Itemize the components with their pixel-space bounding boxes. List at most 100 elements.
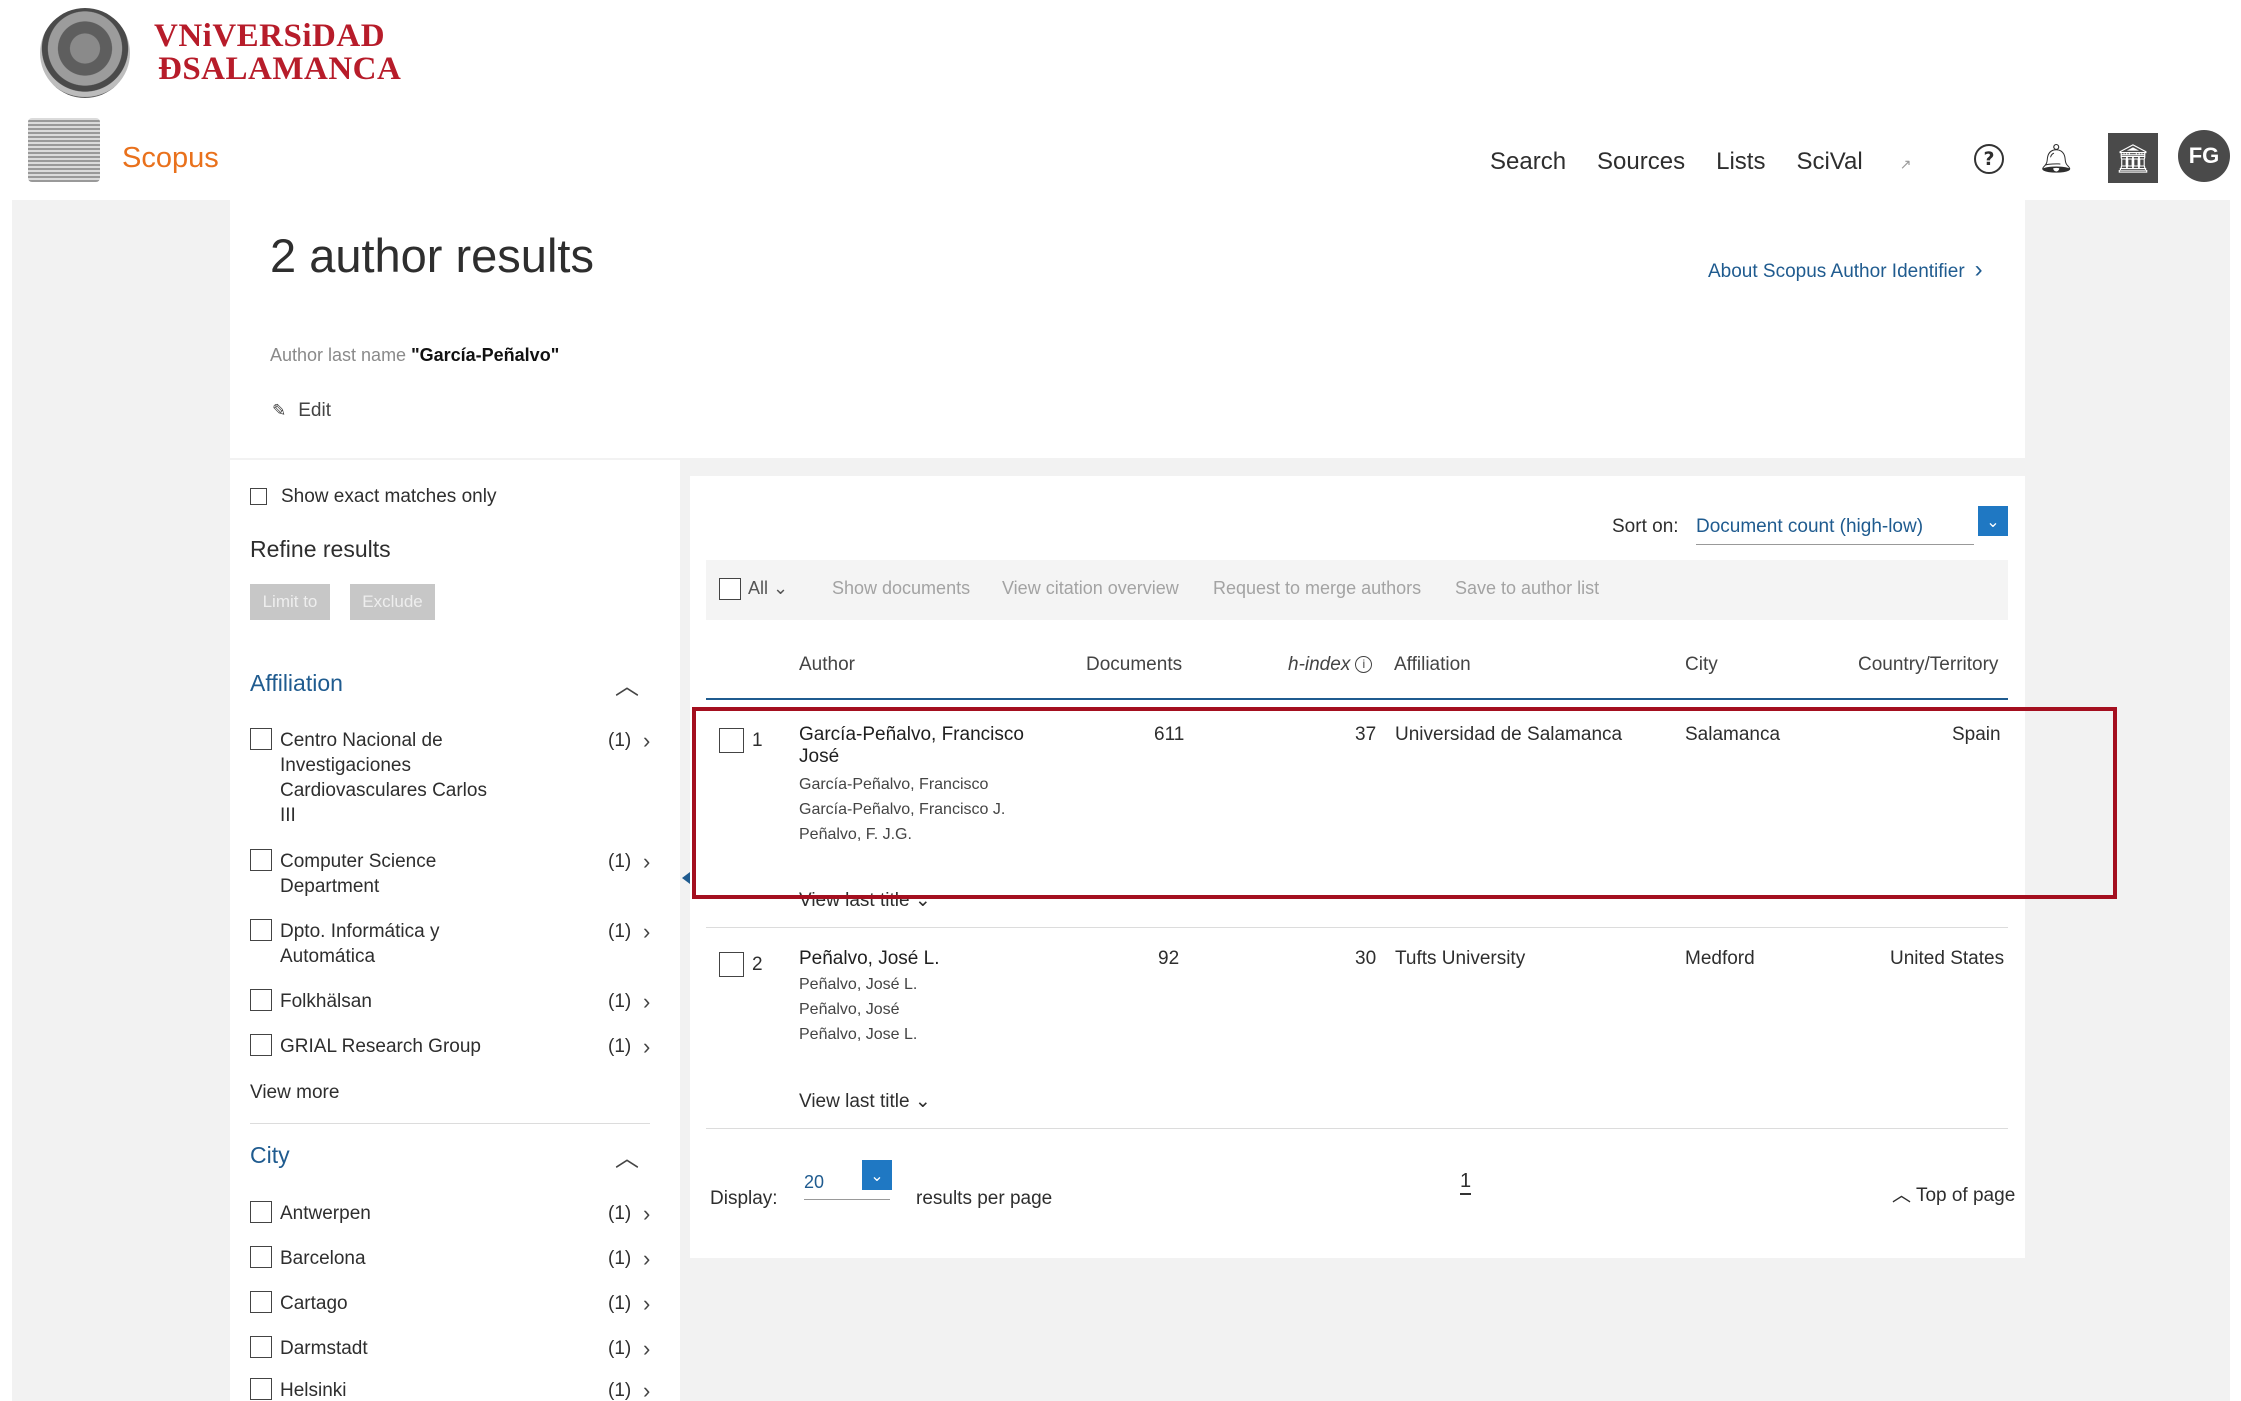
row-checkbox[interactable] xyxy=(719,952,744,977)
col-documents[interactable]: Documents xyxy=(1086,654,1182,676)
col-author[interactable]: Author xyxy=(799,654,855,676)
nav-search[interactable]: Search xyxy=(1490,148,1566,176)
nav-lists[interactable]: Lists xyxy=(1716,148,1765,176)
view-last-title-toggle[interactable]: View last title ⌄ xyxy=(799,1090,931,1113)
facet-checkbox[interactable] xyxy=(250,1378,272,1400)
save-to-author-list-button[interactable]: Save to author list xyxy=(1455,578,1599,599)
facet-checkbox[interactable] xyxy=(250,1201,272,1223)
facet-label: Barcelona xyxy=(280,1248,366,1269)
row-divider xyxy=(706,1128,2008,1129)
facet-label: Darmstadt xyxy=(280,1338,368,1359)
avatar[interactable]: FG xyxy=(2178,130,2230,182)
exact-matches-label: Show exact matches only xyxy=(281,486,497,507)
chevron-up-icon[interactable]: ︿ xyxy=(615,1138,639,1173)
facet-count: (1) xyxy=(608,1293,632,1314)
facet-label: Folkhälsan xyxy=(280,991,372,1012)
view-last-title-label: View last title xyxy=(799,1091,910,1112)
view-citation-overview-button[interactable]: View citation overview xyxy=(1002,578,1179,599)
facet-count: (1) xyxy=(608,1203,632,1224)
exact-matches-checkbox[interactable] xyxy=(250,488,267,506)
info-icon[interactable]: i xyxy=(1355,656,1373,673)
col-hindex-label: h-index xyxy=(1288,654,1351,675)
view-more-link[interactable]: View more xyxy=(250,1082,339,1104)
chevron-down-icon[interactable]: ⌄ xyxy=(1978,506,2008,536)
facet-count: (1) xyxy=(608,921,632,942)
top-of-page-link[interactable]: ︿ Top of page xyxy=(1892,1180,2015,1207)
author-name-variant: Peñalvo, Jose L. xyxy=(799,1026,918,1043)
pencil-icon: ✎ xyxy=(272,401,287,420)
external-link-icon: ↗ xyxy=(1899,156,1912,172)
chevron-right-icon[interactable]: › xyxy=(643,919,650,944)
facet-checkbox[interactable] xyxy=(250,989,272,1011)
chevron-up-icon: ︿ xyxy=(1892,1185,1912,1206)
chevron-up-icon[interactable]: ︿ xyxy=(615,666,639,701)
facet-checkbox[interactable] xyxy=(250,728,272,750)
chevron-right-icon[interactable]: › xyxy=(643,1201,650,1226)
page-title: 2 author results xyxy=(270,229,594,282)
facet-label: Dpto. Informática y Automática xyxy=(280,921,440,967)
help-icon[interactable]: ? xyxy=(1974,144,2004,174)
query-label: Author last name xyxy=(270,345,407,365)
request-merge-authors-button[interactable]: Request to merge authors xyxy=(1213,578,1421,599)
facet-label: Centro Nacional de Investigaciones Cardi… xyxy=(280,730,487,826)
chevron-right-icon[interactable]: › xyxy=(643,1291,650,1316)
nav-sources[interactable]: Sources xyxy=(1597,148,1685,176)
facet-checkbox[interactable] xyxy=(250,1336,272,1358)
chevron-right-icon[interactable]: › xyxy=(643,849,650,874)
facet-label: Computer Science Department xyxy=(280,851,437,897)
affiliation-facet-heading[interactable]: Affiliation xyxy=(250,670,343,697)
facet-checkbox[interactable] xyxy=(250,1246,272,1268)
nav-scival[interactable]: SciVal ↗ xyxy=(1796,148,1942,176)
chevron-right-icon[interactable]: › xyxy=(643,728,650,753)
per-page-label: results per page xyxy=(916,1188,1053,1209)
facet-count: (1) xyxy=(608,730,632,751)
select-all-checkbox[interactable] xyxy=(719,578,741,600)
author-name-variant: Peñalvo, José xyxy=(799,1001,900,1018)
row-number: 2 xyxy=(752,954,763,975)
facet-checkbox[interactable] xyxy=(250,849,272,871)
hindex-value: 30 xyxy=(1355,948,1377,969)
chevron-right-icon[interactable]: › xyxy=(643,1336,650,1361)
col-hindex[interactable]: h-index i xyxy=(1288,654,1373,676)
elsevier-tree-icon[interactable] xyxy=(28,118,100,182)
facet-label: Cartago xyxy=(280,1293,348,1314)
about-link-label: About Scopus Author Identifier xyxy=(1708,261,1965,282)
chevron-down-icon[interactable]: ⌄ xyxy=(862,1160,892,1190)
col-country[interactable]: Country/Territory xyxy=(1858,654,1998,676)
bell-icon[interactable]: 🔔︎ xyxy=(2038,140,2074,176)
chevron-right-icon[interactable]: › xyxy=(643,1378,650,1401)
chevron-down-icon: ⌄ xyxy=(773,578,789,598)
select-all-dropdown[interactable]: All ⌄ xyxy=(748,578,788,599)
chevron-right-icon[interactable]: › xyxy=(643,1246,650,1271)
country-value: United States xyxy=(1890,948,2005,969)
page-number[interactable]: 1 xyxy=(1460,1170,1472,1195)
facet-checkbox[interactable] xyxy=(250,1291,272,1313)
select-all-label: All xyxy=(748,578,769,598)
show-documents-button[interactable]: Show documents xyxy=(832,578,970,599)
chevron-right-icon: › xyxy=(1974,256,1983,283)
exclude-button[interactable]: Exclude xyxy=(350,584,435,620)
chevron-right-icon[interactable]: › xyxy=(643,989,650,1014)
facet-label: Helsinki xyxy=(280,1380,347,1401)
app-name[interactable]: Scopus xyxy=(122,142,219,175)
institution-icon[interactable]: 🏛︎ xyxy=(2108,133,2158,183)
university-seal-icon xyxy=(40,8,130,98)
facet-checkbox[interactable] xyxy=(250,919,272,941)
edit-label: Edit xyxy=(298,400,331,421)
author-name-variant: Peñalvo, José L. xyxy=(799,976,918,993)
sort-select[interactable]: Document count (high-low) xyxy=(1696,516,1974,545)
facet-checkbox[interactable] xyxy=(250,1034,272,1056)
row-divider xyxy=(706,927,2008,928)
chevron-right-icon[interactable]: › xyxy=(643,1034,650,1059)
about-author-identifier-link[interactable]: About Scopus Author Identifier › xyxy=(1708,256,1983,284)
edit-button[interactable]: ✎ Edit xyxy=(272,400,331,422)
documents-count-link[interactable]: 92 xyxy=(1158,948,1179,970)
top-nav: Search Sources Lists SciVal ↗ xyxy=(1490,148,1973,176)
col-affiliation[interactable]: Affiliation xyxy=(1394,654,1471,676)
limit-to-button[interactable]: Limit to xyxy=(250,584,330,620)
exact-matches-toggle[interactable]: Show exact matches only xyxy=(250,486,496,508)
city-facet-heading[interactable]: City xyxy=(250,1142,290,1169)
col-city[interactable]: City xyxy=(1685,654,1718,676)
table-header: Author Documents h-index i Affiliation Ci… xyxy=(706,652,2008,700)
author-name-link[interactable]: Peñalvo, José L. xyxy=(799,948,939,970)
